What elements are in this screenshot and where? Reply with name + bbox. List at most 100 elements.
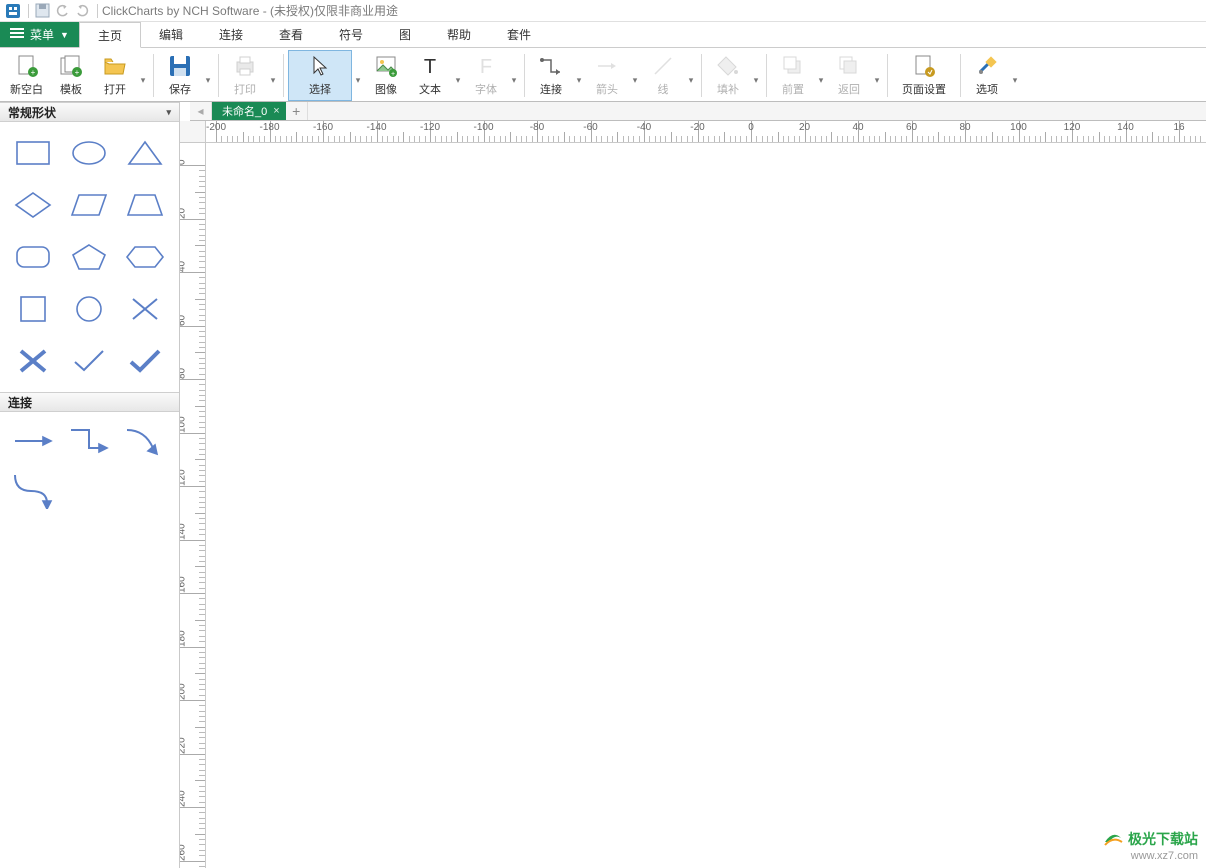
connector-curve[interactable]: [118, 418, 172, 464]
ruler-label: 40: [852, 122, 863, 133]
ruler-label: 100: [1010, 122, 1027, 133]
save-quick-icon[interactable]: [33, 2, 51, 20]
open-dropdown[interactable]: ▾: [137, 50, 149, 101]
shape-circle[interactable]: [62, 284, 116, 334]
tab-label: 帮助: [447, 26, 471, 43]
shape-cross-x[interactable]: [118, 284, 172, 334]
canvas-area: -200-180-160-140-120-100-80-60-40-200204…: [180, 121, 1206, 868]
ruler-label: 240: [180, 790, 188, 807]
tab-help[interactable]: 帮助: [429, 22, 489, 47]
separator: [153, 54, 154, 97]
shape-square[interactable]: [6, 284, 60, 334]
page-setup-label: 页面设置: [902, 81, 946, 97]
main-menu-button[interactable]: 菜单 ▼: [0, 22, 79, 47]
shape-pentagon[interactable]: [62, 232, 116, 282]
options-icon: [973, 52, 1001, 80]
connector-straight[interactable]: [6, 418, 60, 464]
ruler-label: 260: [180, 844, 188, 861]
tab-suite[interactable]: 套件: [489, 22, 549, 47]
ruler-label: -20: [690, 122, 704, 133]
text-dropdown[interactable]: ▾: [452, 50, 464, 101]
front-dropdown[interactable]: ▾: [815, 50, 827, 101]
tab-view[interactable]: 查看: [261, 22, 321, 47]
arrow-button[interactable]: 箭头: [585, 50, 629, 101]
select-button[interactable]: 选择: [288, 50, 352, 101]
template-button[interactable]: + 模板: [49, 50, 93, 101]
ruler-label: -120: [420, 122, 440, 133]
shapes-panel: 常规形状 ▾ 连接: [0, 102, 180, 868]
save-button[interactable]: 保存: [158, 50, 202, 101]
shape-trapezoid[interactable]: [118, 180, 172, 230]
font-dropdown[interactable]: ▾: [508, 50, 520, 101]
cursor-icon: [306, 52, 334, 80]
shape-cross-x-bold[interactable]: [6, 336, 60, 386]
save-dropdown[interactable]: ▾: [202, 50, 214, 101]
connector-s-curve[interactable]: [6, 466, 60, 512]
font-icon: F: [472, 52, 500, 80]
text-button[interactable]: T 文本: [408, 50, 452, 101]
image-button[interactable]: + 图像: [364, 50, 408, 101]
tab-connect[interactable]: 连接: [201, 22, 261, 47]
ruler-label: 80: [180, 368, 188, 379]
line-dropdown[interactable]: ▾: [685, 50, 697, 101]
shape-diamond[interactable]: [6, 180, 60, 230]
select-dropdown[interactable]: ▾: [352, 50, 364, 101]
tab-edit[interactable]: 编辑: [141, 22, 201, 47]
shapes-panel-header[interactable]: 常规形状 ▾: [0, 102, 179, 122]
line-label: 线: [658, 81, 669, 97]
text-icon: T: [416, 52, 444, 80]
shape-ellipse[interactable]: [62, 128, 116, 178]
send-back-icon: [835, 52, 863, 80]
front-button[interactable]: 前置: [771, 50, 815, 101]
connect-dropdown[interactable]: ▾: [573, 50, 585, 101]
close-tab-icon[interactable]: ×: [273, 105, 279, 117]
tab-label: 连接: [219, 26, 243, 43]
connect-button[interactable]: 连接: [529, 50, 573, 101]
back-button[interactable]: 返回: [827, 50, 871, 101]
options-dropdown[interactable]: ▾: [1009, 50, 1021, 101]
shape-triangle[interactable]: [118, 128, 172, 178]
print-dropdown[interactable]: ▾: [267, 50, 279, 101]
tab-scroll-left[interactable]: ◂: [190, 102, 212, 120]
new-blank-button[interactable]: + 新空白: [4, 50, 49, 101]
font-button[interactable]: F 字体: [464, 50, 508, 101]
bring-front-icon: [779, 52, 807, 80]
open-button[interactable]: 打开: [93, 50, 137, 101]
print-button[interactable]: 打印: [223, 50, 267, 101]
line-button[interactable]: 线: [641, 50, 685, 101]
arrow-label: 箭头: [596, 81, 618, 97]
ruler-label: -40: [637, 122, 651, 133]
redo-icon[interactable]: [73, 2, 91, 20]
separator: [960, 54, 961, 97]
new-tab-button[interactable]: +: [286, 102, 308, 120]
shape-check[interactable]: [62, 336, 116, 386]
tab-home[interactable]: 主页: [79, 22, 141, 48]
document-tab[interactable]: 未命名_0 ×: [212, 102, 286, 120]
fill-button[interactable]: 填补: [706, 50, 750, 101]
connector-elbow[interactable]: [62, 418, 116, 464]
drawing-canvas[interactable]: [206, 143, 1206, 868]
options-label: 选项: [976, 81, 998, 97]
shape-check-bold[interactable]: [118, 336, 172, 386]
ruler-label: 100: [180, 416, 188, 433]
page-setup-button[interactable]: 页面设置: [892, 50, 956, 101]
fill-dropdown[interactable]: ▾: [750, 50, 762, 101]
shape-parallelogram[interactable]: [62, 180, 116, 230]
shape-rounded-rect[interactable]: [6, 232, 60, 282]
ruler-label: 0: [180, 159, 188, 165]
shape-rectangle[interactable]: [6, 128, 60, 178]
tab-diagram[interactable]: 图: [381, 22, 429, 47]
arrow-dropdown[interactable]: ▾: [629, 50, 641, 101]
main-menu-label: 菜单: [30, 26, 54, 43]
shapes-grid: [0, 122, 179, 392]
undo-icon[interactable]: [53, 2, 71, 20]
ruler-label: 16: [1173, 122, 1184, 133]
connectors-panel-header[interactable]: 连接: [0, 392, 179, 412]
back-dropdown[interactable]: ▾: [871, 50, 883, 101]
font-label: 字体: [475, 81, 497, 97]
shape-hexagon[interactable]: [118, 232, 172, 282]
tab-symbol[interactable]: 符号: [321, 22, 381, 47]
ruler-label: -160: [313, 122, 333, 133]
tab-label: 编辑: [159, 26, 183, 43]
options-button[interactable]: 选项: [965, 50, 1009, 101]
